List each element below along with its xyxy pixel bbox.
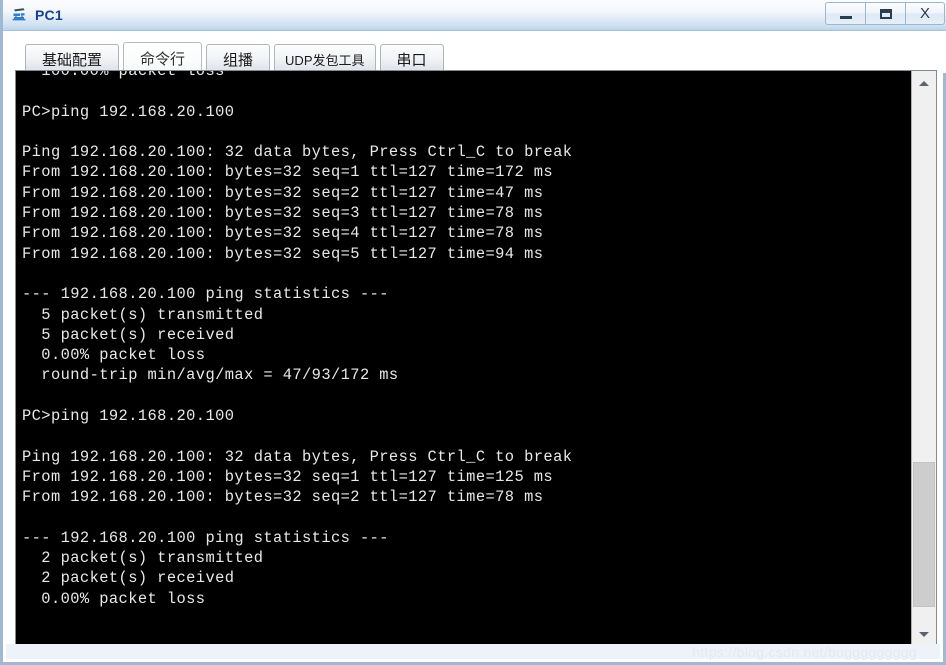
tab-label: 组播	[223, 52, 254, 69]
maximize-button[interactable]	[865, 2, 905, 25]
terminal-line: 5 packet(s) received	[22, 325, 235, 344]
watermark-text: https://blog.csdn.net/buggggggggg	[692, 644, 917, 660]
command-line-panel: 100.00% packet loss PC>ping 192.168.20.10…	[15, 70, 937, 647]
window-controls: X	[825, 2, 945, 25]
terminal-line: From 192.168.20.100: bytes=32 seq=5 ttl=…	[22, 244, 544, 263]
scroll-up-arrow-icon	[919, 80, 929, 86]
minimize-button[interactable]	[825, 2, 865, 25]
terminal-scrollbar[interactable]	[911, 71, 936, 646]
maximize-icon	[879, 8, 892, 19]
terminal-line: --- 192.168.20.100 ping statistics ---	[22, 528, 389, 547]
terminal-line: round-trip min/avg/max = 47/93/172 ms	[22, 366, 399, 385]
terminal-line: --- 192.168.20.100 ping statistics ---	[22, 285, 389, 304]
terminal-line: From 192.168.20.100: bytes=32 seq=4 ttl=…	[22, 224, 544, 243]
tab-label: 串口	[396, 52, 427, 69]
close-icon: X	[919, 5, 930, 22]
terminal-line: 2 packet(s) transmitted	[22, 549, 264, 568]
terminal-line: Ping 192.168.20.100: 32 data bytes, Pres…	[22, 447, 573, 466]
terminal-line: From 192.168.20.100: bytes=32 seq=1 ttl=…	[22, 163, 554, 182]
scroll-down-button[interactable]	[912, 622, 936, 646]
terminal-line: 0.00% packet loss	[22, 346, 206, 365]
tab-label: 命令行	[140, 51, 186, 68]
terminal-line: From 192.168.20.100: bytes=32 seq=3 ttl=…	[22, 204, 544, 223]
minimize-icon	[839, 15, 852, 19]
terminal-line: 5 packet(s) transmitted	[22, 305, 264, 324]
tab-strip: 基础配置 命令行 组播 UDP发包工具 串口	[3, 31, 946, 75]
scrollbar-track[interactable]	[912, 95, 936, 622]
terminal-line: From 192.168.20.100: bytes=32 seq=1 ttl=…	[22, 467, 554, 486]
terminal-line: From 192.168.20.100: bytes=32 seq=2 ttl=…	[22, 183, 544, 202]
pc1-window: PC1 X 基础配置 命令行 组播 UDP发包工具 串口 100.00% packet …	[0, 0, 946, 665]
pc-device-icon	[11, 7, 28, 24]
terminal-output[interactable]: 100.00% packet loss PC>ping 192.168.20.10…	[16, 71, 911, 646]
title-bar[interactable]: PC1 X	[3, 0, 946, 31]
terminal-line: From 192.168.20.100: bytes=32 seq=2 ttl=…	[22, 488, 544, 507]
terminal-line: PC>ping 192.168.20.100	[22, 407, 235, 426]
tab-label: UDP发包工具	[285, 53, 365, 68]
terminal-line: PC>ping 192.168.20.100	[22, 102, 235, 121]
scroll-down-arrow-icon	[919, 631, 929, 637]
terminal-line: 100.00% packet loss	[22, 71, 225, 80]
close-button[interactable]: X	[905, 2, 945, 25]
terminal-line: 2 packet(s) received	[22, 569, 235, 588]
title-bar-left: PC1	[11, 0, 63, 31]
terminal-line: 0.00% packet loss	[22, 589, 206, 608]
tab-label: 基础配置	[42, 52, 103, 69]
scrollbar-thumb[interactable]	[913, 462, 935, 607]
window-title: PC1	[35, 7, 63, 23]
terminal-line: Ping 192.168.20.100: 32 data bytes, Pres…	[22, 143, 573, 162]
scroll-up-button[interactable]	[912, 71, 936, 95]
